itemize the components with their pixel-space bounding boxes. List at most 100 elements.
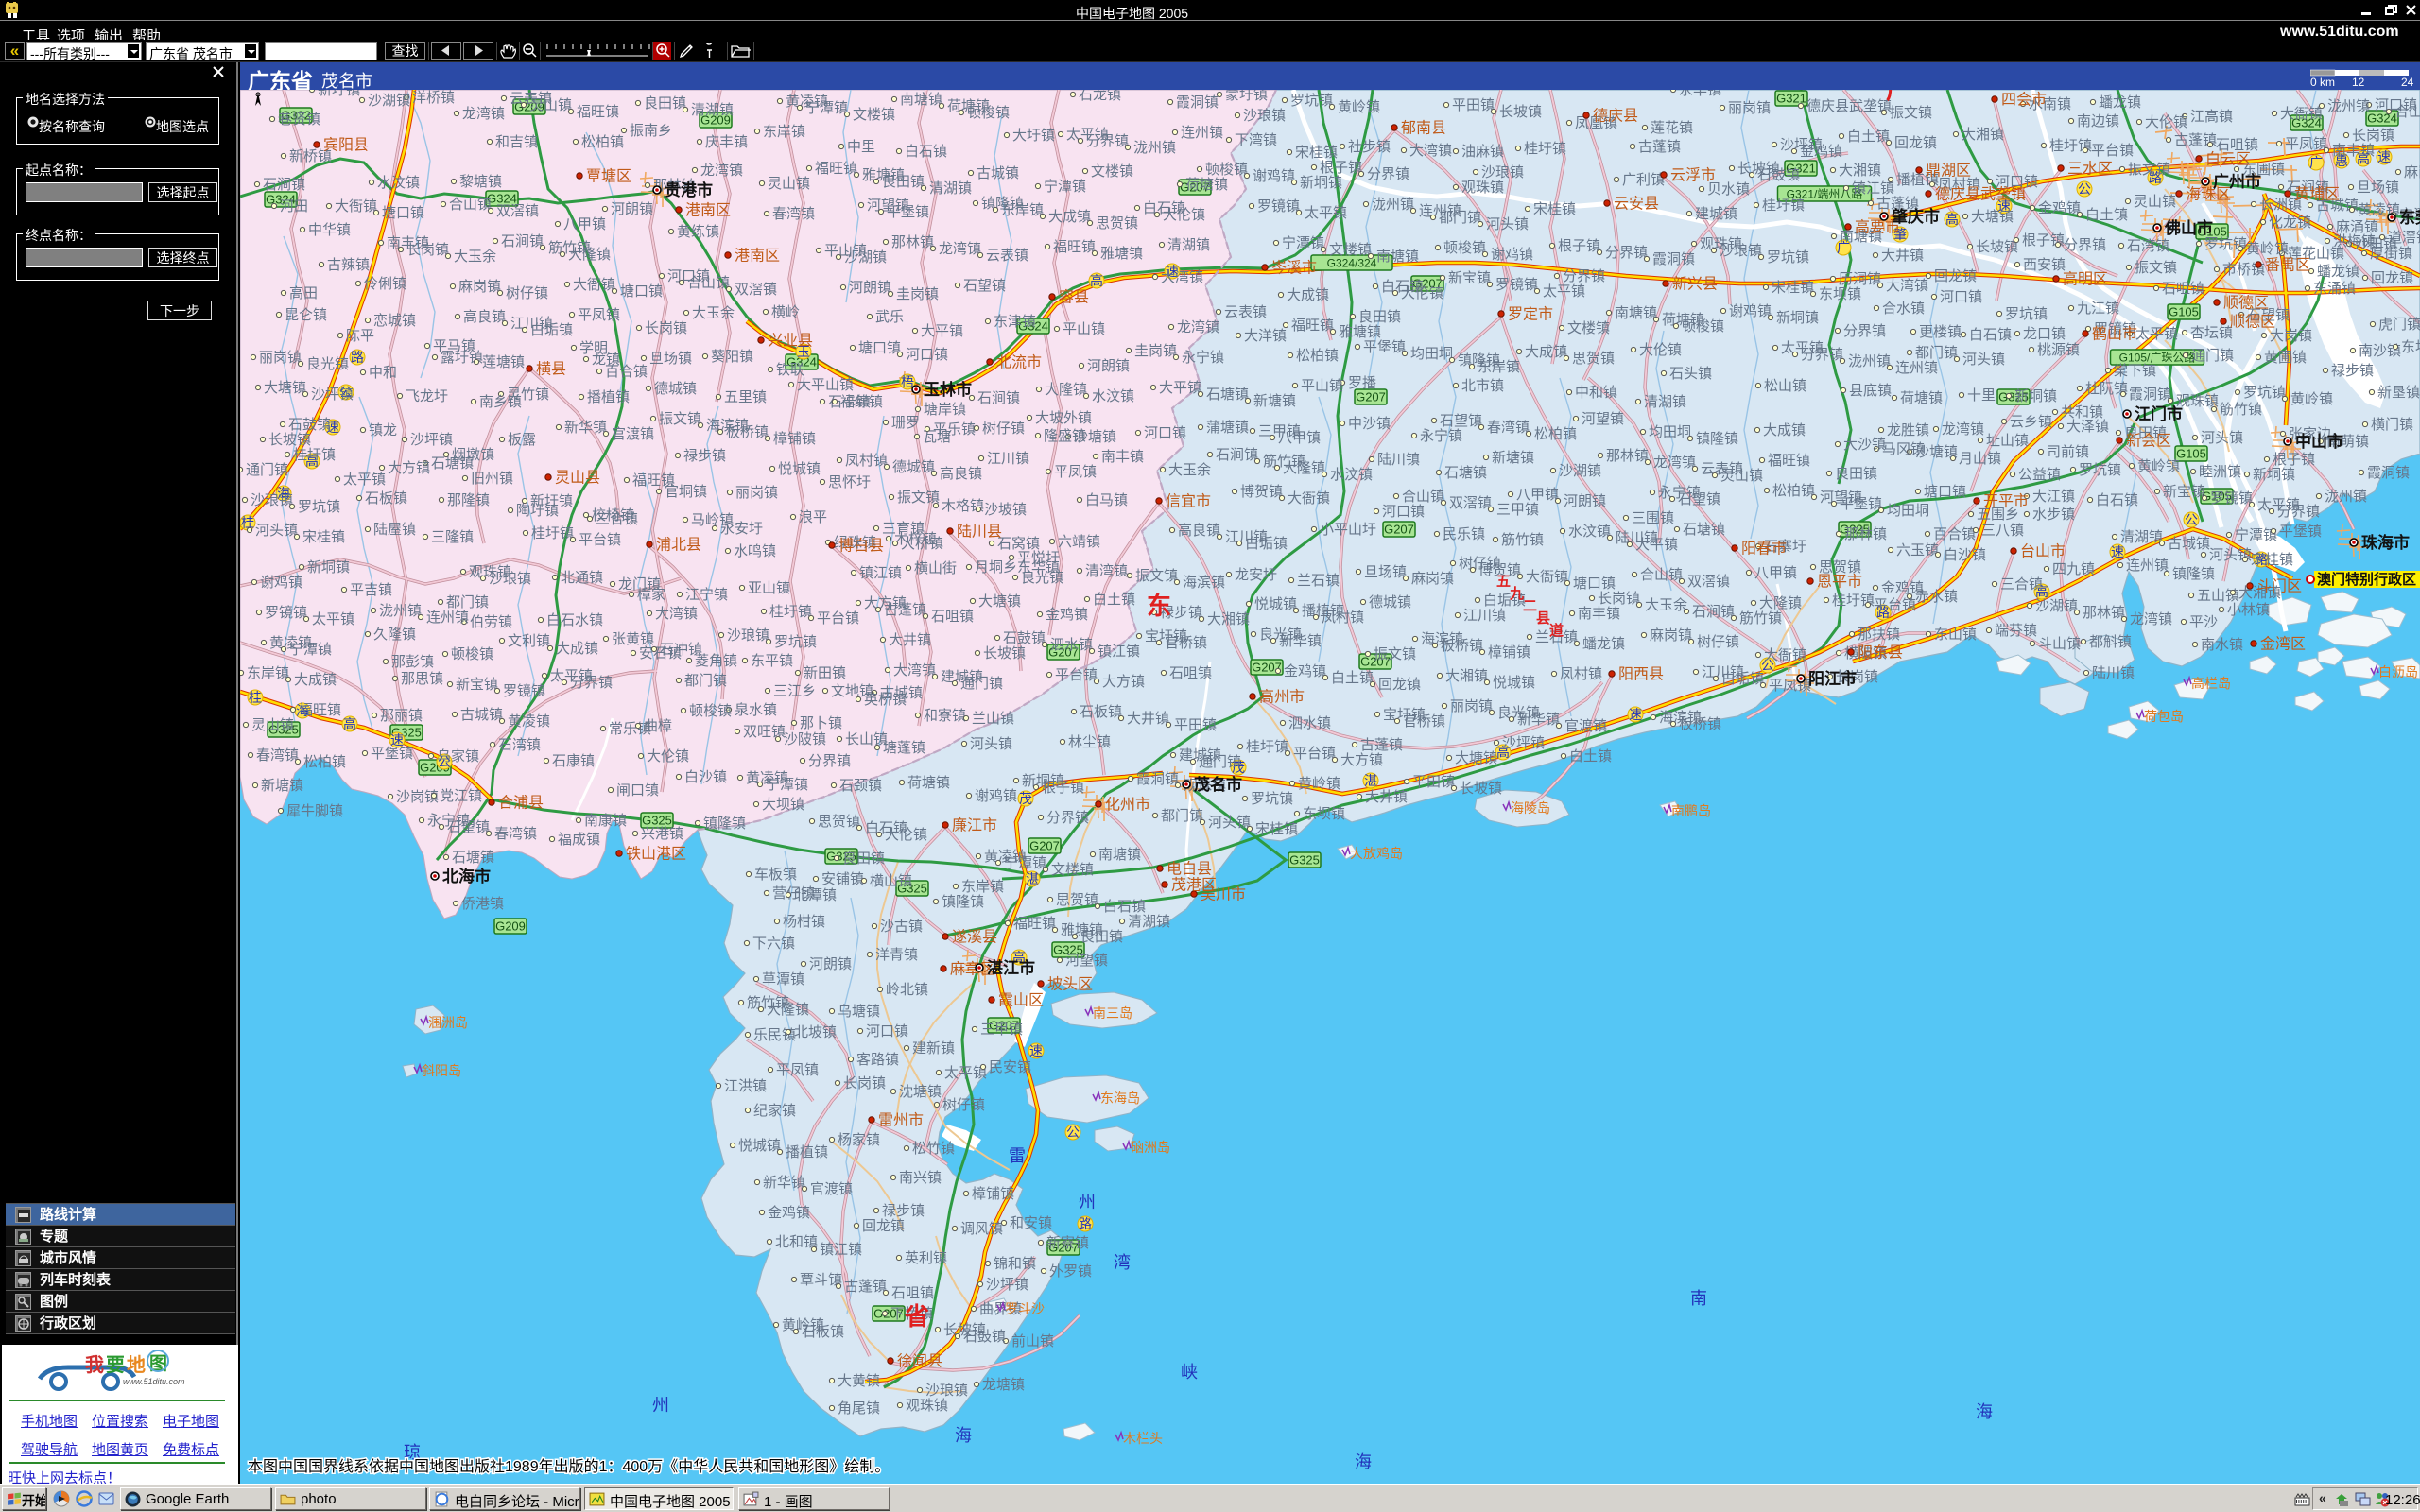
svg-text:振文镇: 振文镇 [1890, 105, 1932, 121]
svg-text:太平镇: 太平镇 [1543, 284, 1585, 300]
svg-text:均田垌: 均田垌 [1649, 424, 1691, 440]
svg-text:镇江镇: 镇江镇 [1852, 180, 1894, 197]
svg-text:学明: 学明 [579, 340, 608, 356]
svg-text:石板镇: 石板镇 [365, 490, 407, 507]
svg-text:清湖镇: 清湖镇 [1644, 394, 1686, 410]
svg-text:振文镇: 振文镇 [1135, 568, 1178, 584]
svg-text:平台镇: 平台镇 [817, 610, 859, 627]
svg-text:林尘镇: 林尘镇 [1068, 734, 1111, 750]
svg-text:民安镇: 民安镇 [989, 1059, 1031, 1075]
svg-text:大泽镇: 大泽镇 [2066, 419, 2109, 435]
svg-text:玉林市: 玉林市 [924, 380, 972, 399]
svg-text:黄岭镇: 黄岭镇 [2246, 241, 2289, 257]
svg-text:化州市: 化州市 [1105, 797, 1150, 814]
svg-text:大衙镇: 大衙镇 [1526, 569, 1568, 585]
svg-text:分界镇: 分界镇 [1843, 323, 1886, 339]
svg-text:筋竹镇: 筋竹镇 [1739, 610, 1782, 627]
svg-text:沙坪镇: 沙坪镇 [410, 432, 453, 448]
svg-text:福旺镇: 福旺镇 [1768, 453, 1810, 469]
svg-text:沙坪镇: 沙坪镇 [1502, 735, 1545, 751]
svg-text:根子镇: 根子镇 [2273, 452, 2315, 468]
svg-text:顿梭镇: 顿梭镇 [967, 104, 1010, 121]
svg-text:贝水镇: 贝水镇 [1707, 181, 1750, 198]
svg-text:沙琅镇: 沙琅镇 [727, 627, 769, 644]
svg-text:铁山港区: 铁山港区 [626, 846, 686, 863]
svg-text:宋桂镇: 宋桂镇 [1255, 821, 1298, 837]
svg-text:文楼镇: 文楼镇 [1567, 320, 1610, 336]
svg-text:古蓬镇: 古蓬镇 [884, 602, 926, 618]
svg-text:官渡镇: 官渡镇 [612, 426, 654, 442]
svg-text:宁潭镇: 宁潭镇 [766, 777, 808, 793]
svg-text:新垌镇: 新垌镇 [1776, 310, 1819, 326]
svg-text:端芬镇: 端芬镇 [1995, 623, 2037, 639]
svg-text:九江镇: 九江镇 [2077, 301, 2119, 317]
svg-text:速: 速 [1629, 707, 1642, 722]
svg-text:沙琅镇: 沙琅镇 [1243, 108, 1286, 124]
svg-text:平堡镇: 平堡镇 [1363, 339, 1406, 355]
svg-text:石涧镇: 石涧镇 [1692, 604, 1735, 620]
svg-text:良光镇: 良光镇 [306, 356, 349, 372]
svg-text:东津镇: 东津镇 [994, 314, 1036, 330]
svg-text:历洞镇: 历洞镇 [1839, 271, 1881, 287]
svg-text:罗坑镇: 罗坑镇 [1251, 791, 1293, 807]
svg-text:沈塘镇: 沈塘镇 [899, 1084, 942, 1100]
svg-text:悦城镇: 悦城镇 [778, 461, 821, 477]
svg-text:www.51ditu.com: www.51ditu.com [123, 1377, 185, 1386]
svg-text:平田镇: 平田镇 [1452, 97, 1495, 113]
svg-text:阳江市: 阳江市 [1808, 669, 1857, 688]
svg-text:桃源镇: 桃源镇 [2037, 342, 2080, 358]
svg-text:高: 高 [343, 716, 356, 731]
svg-text:大伦镇: 大伦镇 [885, 827, 927, 843]
svg-text:黄岭镇: 黄岭镇 [1338, 99, 1380, 115]
svg-text:亚山镇: 亚山镇 [748, 580, 790, 596]
svg-text:八甲镇: 八甲镇 [1516, 487, 1559, 503]
svg-text:东坝镇: 东坝镇 [1303, 806, 1345, 822]
svg-text:白土镇: 白土镇 [1847, 129, 1890, 145]
svg-text:武乐: 武乐 [875, 309, 904, 325]
svg-text:大成镇: 大成镇 [1287, 287, 1329, 303]
svg-text:太平镇: 太平镇 [1305, 205, 1347, 221]
svg-text:月山镇: 月山镇 [1959, 451, 2001, 467]
svg-text:谢鸡镇: 谢鸡镇 [975, 788, 1017, 804]
svg-text:大井镇: 大井镇 [1881, 248, 1924, 264]
svg-text:罗镜镇: 罗镜镇 [265, 604, 307, 621]
svg-text:都门镇: 都门镇 [1439, 210, 1481, 226]
svg-text:长坡镇: 长坡镇 [1499, 104, 1542, 120]
svg-text:大平镇: 大平镇 [1635, 537, 1678, 553]
svg-text:南三岛: 南三岛 [1093, 1005, 1132, 1021]
svg-text:九: 九 [1509, 585, 1524, 602]
svg-text:塘岸镇: 塘岸镇 [924, 402, 966, 418]
svg-text:播植镇: 播植镇 [587, 389, 630, 405]
svg-text:双滘镇: 双滘镇 [1449, 495, 1492, 511]
svg-text:宋桂镇: 宋桂镇 [2251, 552, 2293, 568]
svg-text:东岸镇: 东岸镇 [1001, 202, 1044, 218]
svg-text:石塘镇: 石塘镇 [1206, 387, 1249, 403]
svg-text:北海市: 北海市 [442, 867, 491, 885]
svg-text:平台镇: 平台镇 [1055, 667, 1098, 683]
svg-text:大衙镇: 大衙镇 [2280, 106, 2323, 122]
svg-text:长岗镇: 长岗镇 [406, 242, 449, 258]
svg-text:铁联: 铁联 [776, 362, 804, 378]
svg-text:沙湖镇: 沙湖镇 [2035, 598, 2078, 614]
svg-text:古蓬镇: 古蓬镇 [1360, 737, 1403, 753]
svg-text:思贺镇: 思贺镇 [1096, 215, 1138, 232]
svg-text:罗镜镇: 罗镜镇 [1495, 276, 1538, 293]
svg-text:宁潭镇: 宁潭镇 [805, 100, 848, 116]
svg-text:百合镇: 百合镇 [605, 364, 648, 380]
svg-text:0 km: 0 km [2310, 76, 2335, 88]
svg-text:硇洲岛: 硇洲岛 [1131, 1140, 1170, 1155]
svg-text:金鸡镇: 金鸡镇 [1046, 607, 1088, 623]
svg-text:水鸣镇: 水鸣镇 [734, 543, 776, 559]
svg-text:建城镇: 建城镇 [1695, 206, 1737, 222]
svg-text:鼎湖区: 鼎湖区 [1926, 163, 1971, 180]
svg-text:阳东县: 阳东县 [1858, 644, 1903, 662]
svg-text:霞洞镇: 霞洞镇 [1652, 251, 1695, 267]
svg-text:通门镇: 通门镇 [2191, 348, 2234, 364]
svg-text:高田: 高田 [289, 285, 318, 301]
svg-text:洋桥镇: 洋桥镇 [412, 90, 455, 106]
svg-text:陆川县: 陆川县 [957, 524, 1002, 541]
svg-text:罗镜镇: 罗镜镇 [1257, 198, 1300, 215]
svg-text:振南乡: 振南乡 [630, 123, 672, 139]
svg-text:横门镇: 横门镇 [2371, 417, 2413, 433]
svg-text:宁潭镇: 宁潭镇 [1004, 855, 1046, 871]
